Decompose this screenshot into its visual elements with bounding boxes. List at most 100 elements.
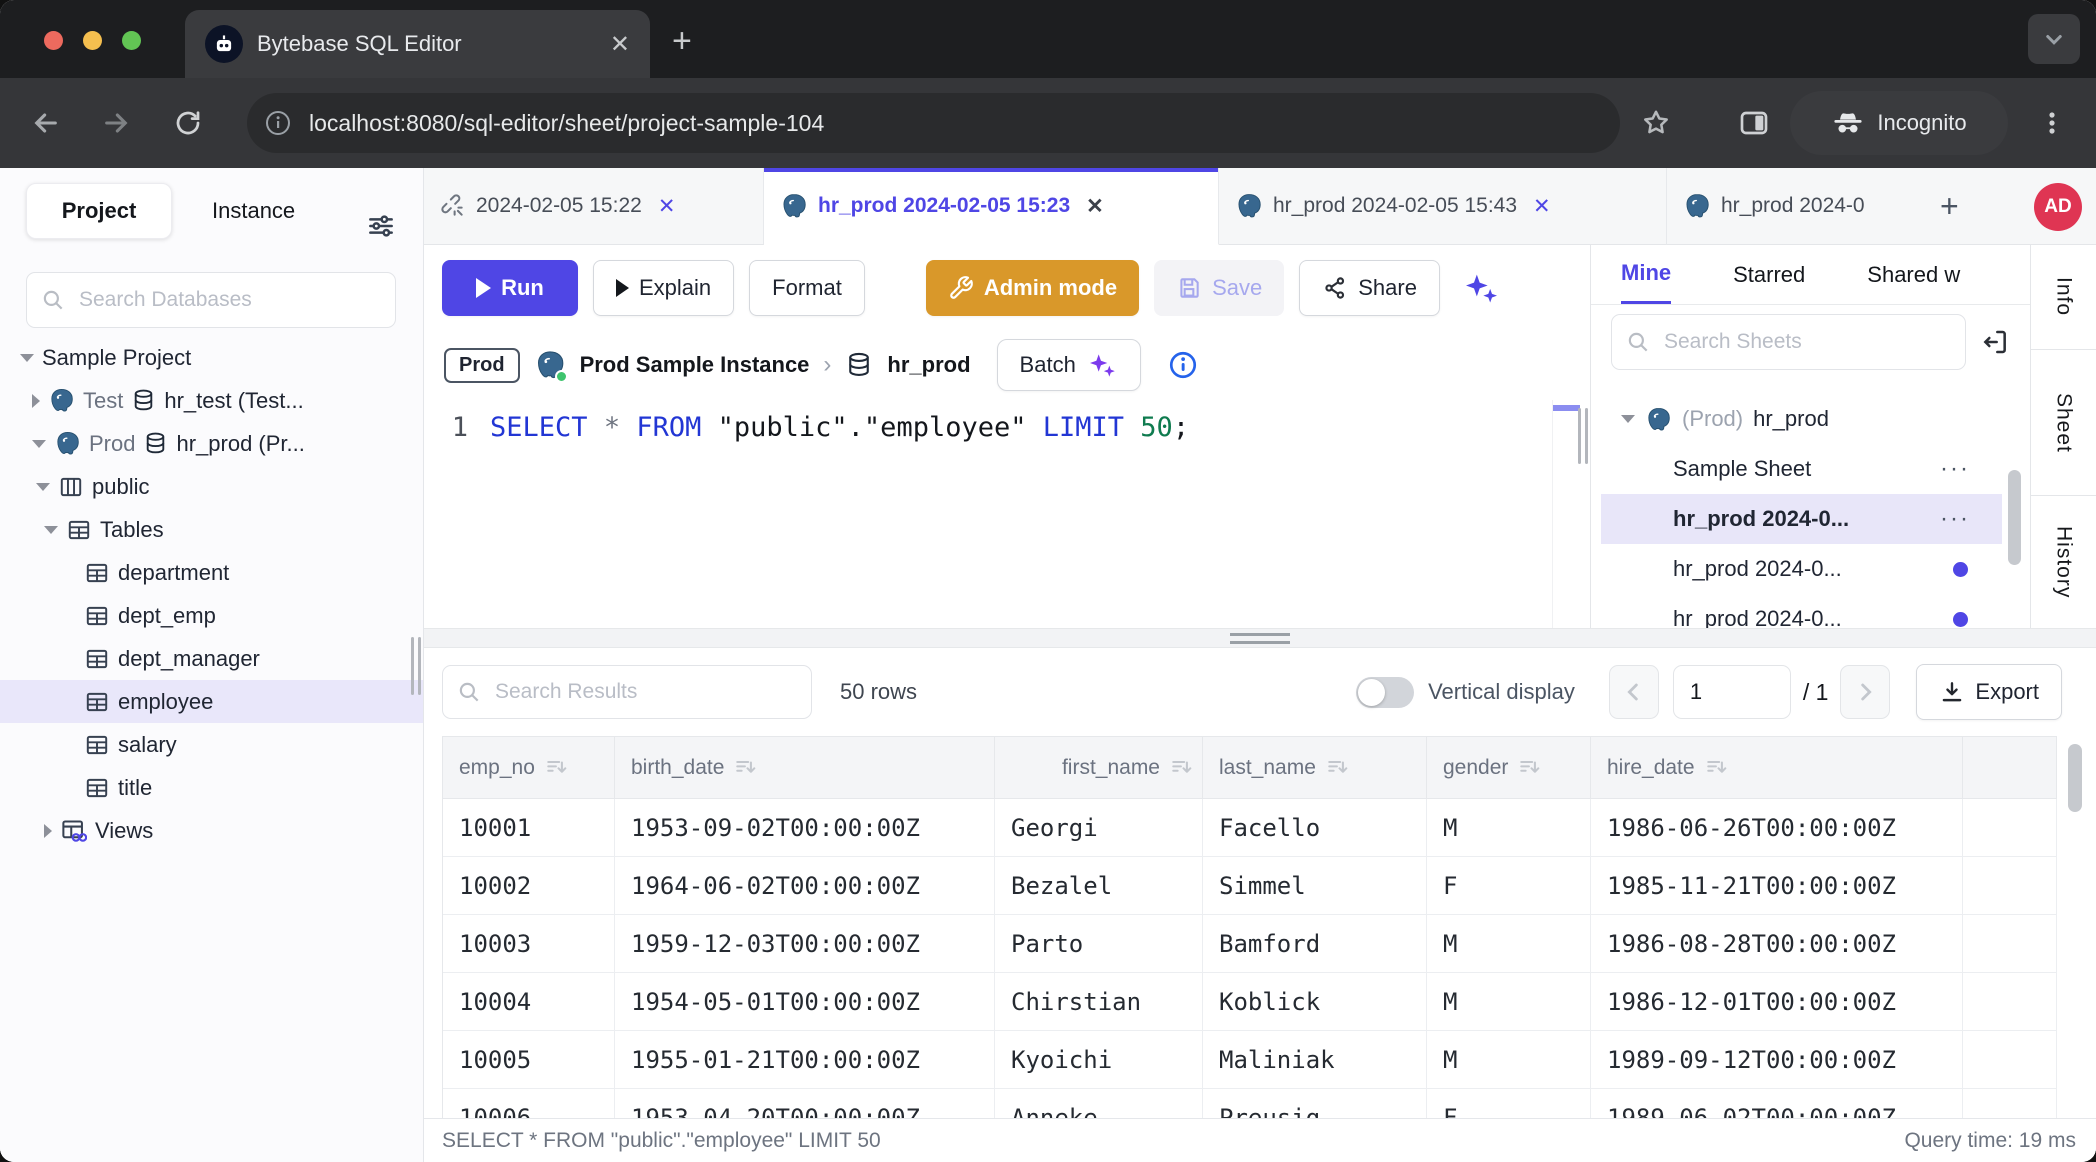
cell[interactable]: Bezalel [995, 857, 1203, 915]
cell[interactable]: Koblick [1203, 973, 1427, 1031]
format-button[interactable]: Format [749, 260, 865, 316]
caret-right-icon[interactable] [44, 824, 52, 838]
caret-down-icon[interactable] [20, 354, 34, 362]
editor-tab-2-active[interactable]: hr_prod 2024-02-05 15:23 ✕ [764, 168, 1219, 245]
tree-node-table-employee-selected[interactable]: employee [0, 680, 423, 723]
browser-menu-icon[interactable] [2024, 78, 2080, 168]
sheet-item-clipped[interactable]: hr_prod 2024-0... [1591, 594, 2030, 628]
cell[interactable]: M [1427, 915, 1591, 973]
export-button[interactable]: Export [1916, 664, 2062, 720]
ai-sparkles-icon[interactable] [1461, 268, 1501, 308]
sidebar-resize-handle[interactable] [411, 637, 421, 695]
search-sheets-input[interactable] [1611, 314, 1966, 370]
instance-name[interactable]: Prod Sample Instance [580, 352, 810, 378]
sort-icon[interactable] [1705, 756, 1729, 780]
tree-node-database-prod[interactable]: Prod hr_prod (Pr... [0, 422, 423, 465]
editor-minimap[interactable] [1552, 400, 1580, 628]
close-tab-icon[interactable]: ✕ [1086, 194, 1104, 219]
sheet-item-selected[interactable]: hr_prod 2024-0... ··· [1601, 494, 2002, 544]
tab-project[interactable]: Project [26, 183, 172, 239]
prev-page-button[interactable] [1609, 665, 1659, 719]
close-tab-icon[interactable]: ✕ [1533, 194, 1551, 219]
editor-tab-1[interactable]: 2024-02-05 15:22 ✕ [424, 168, 764, 245]
tab-shared[interactable]: Shared w [1867, 245, 1960, 304]
sort-icon[interactable] [1170, 756, 1194, 780]
sort-icon[interactable] [734, 756, 758, 780]
column-header-hire-date[interactable]: hire_date [1591, 737, 1963, 799]
tab-starred[interactable]: Starred [1733, 245, 1805, 304]
site-info-icon[interactable] [263, 108, 293, 138]
cell[interactable]: Preusig [1203, 1089, 1427, 1118]
close-window-button[interactable] [44, 31, 63, 50]
minimize-window-button[interactable] [83, 31, 102, 50]
info-icon[interactable] [1167, 349, 1199, 381]
column-header-emp-no[interactable]: emp_no [443, 737, 615, 799]
scrollbar-thumb[interactable] [2068, 744, 2082, 812]
tab-sheet[interactable]: Sheet [2031, 350, 2096, 496]
caret-down-icon[interactable] [36, 483, 50, 491]
tree-node-schema-public[interactable]: public [0, 465, 423, 508]
search-results-input[interactable] [442, 665, 812, 719]
cell[interactable]: 1989-09-12T00:00:00Z [1591, 1031, 1963, 1089]
url-bar[interactable]: localhost:8080/sql-editor/sheet/project-… [247, 93, 1620, 153]
reload-button[interactable] [160, 78, 216, 168]
more-actions-icon[interactable]: ··· [1940, 505, 1970, 533]
cell[interactable]: 1955-01-21T00:00:00Z [615, 1031, 995, 1089]
sheet-group-row[interactable]: (Prod) hr_prod [1591, 394, 2030, 444]
cell[interactable]: 1986-12-01T00:00:00Z [1591, 973, 1963, 1031]
cell[interactable]: 1954-05-01T00:00:00Z [615, 973, 995, 1031]
column-header-first-name[interactable]: first_name [995, 737, 1203, 799]
cell[interactable]: 10006 [443, 1089, 615, 1118]
new-sheet-tab-button[interactable]: + [1940, 188, 1959, 225]
cell[interactable]: 1989-06-02T00:00:00Z [1591, 1089, 1963, 1118]
cell[interactable]: 1953-09-02T00:00:00Z [615, 799, 995, 857]
close-tab-icon[interactable]: ✕ [658, 194, 676, 219]
sheet-item[interactable]: hr_prod 2024-0... [1591, 544, 2030, 594]
cell[interactable]: 1953-04-20T00:00:00Z [615, 1089, 995, 1118]
more-actions-icon[interactable]: ··· [1940, 455, 1970, 483]
caret-down-icon[interactable] [1621, 415, 1635, 423]
forward-button[interactable] [88, 78, 144, 168]
cell[interactable]: F [1427, 1089, 1591, 1118]
tree-node-table-title[interactable]: title [0, 766, 423, 809]
cell[interactable]: Anneke [995, 1089, 1203, 1118]
cell[interactable]: Parto [995, 915, 1203, 973]
cell[interactable]: Georgi [995, 799, 1203, 857]
database-name[interactable]: hr_prod [887, 352, 970, 378]
cell[interactable]: F [1427, 857, 1591, 915]
explain-button[interactable]: Explain [593, 260, 734, 316]
cell[interactable]: M [1427, 1031, 1591, 1089]
tab-info[interactable]: Info [2031, 245, 2096, 350]
vertical-display-toggle[interactable] [1356, 677, 1414, 708]
cell[interactable]: M [1427, 799, 1591, 857]
tree-node-table-department[interactable]: department [0, 551, 423, 594]
cell[interactable]: 10001 [443, 799, 615, 857]
cell[interactable]: 1986-08-28T00:00:00Z [1591, 915, 1963, 973]
cell[interactable]: 1959-12-03T00:00:00Z [615, 915, 995, 973]
cell[interactable]: Maliniak [1203, 1031, 1427, 1089]
tree-node-table-dept-emp[interactable]: dept_emp [0, 594, 423, 637]
cell[interactable]: Simmel [1203, 857, 1427, 915]
caret-right-icon[interactable] [32, 394, 40, 408]
collapse-panel-icon[interactable] [1980, 326, 2012, 358]
column-header-last-name[interactable]: last_name [1203, 737, 1427, 799]
cell[interactable]: Kyoichi [995, 1031, 1203, 1089]
sort-icon[interactable] [1518, 756, 1542, 780]
tree-node-tables-group[interactable]: Tables [0, 508, 423, 551]
column-header-gender[interactable]: gender [1427, 737, 1591, 799]
tree-node-database-test[interactable]: Test hr_test (Test... [0, 379, 423, 422]
cell[interactable]: Bamford [1203, 915, 1427, 973]
run-button[interactable]: Run [442, 260, 578, 316]
cell[interactable]: 10003 [443, 915, 615, 973]
tree-node-table-salary[interactable]: salary [0, 723, 423, 766]
sort-icon[interactable] [1326, 756, 1350, 780]
cell[interactable]: Chirstian [995, 973, 1203, 1031]
tree-options-icon[interactable] [365, 210, 397, 242]
cell[interactable]: 10005 [443, 1031, 615, 1089]
tab-instance[interactable]: Instance [212, 198, 295, 224]
tab-history[interactable]: History [2031, 496, 2096, 628]
editor-tab-4[interactable]: hr_prod 2024-0 [1667, 168, 1922, 245]
scrollbar-thumb[interactable] [2008, 470, 2021, 565]
results-resize-handle[interactable] [424, 628, 2096, 648]
page-number-input[interactable] [1673, 665, 1791, 719]
